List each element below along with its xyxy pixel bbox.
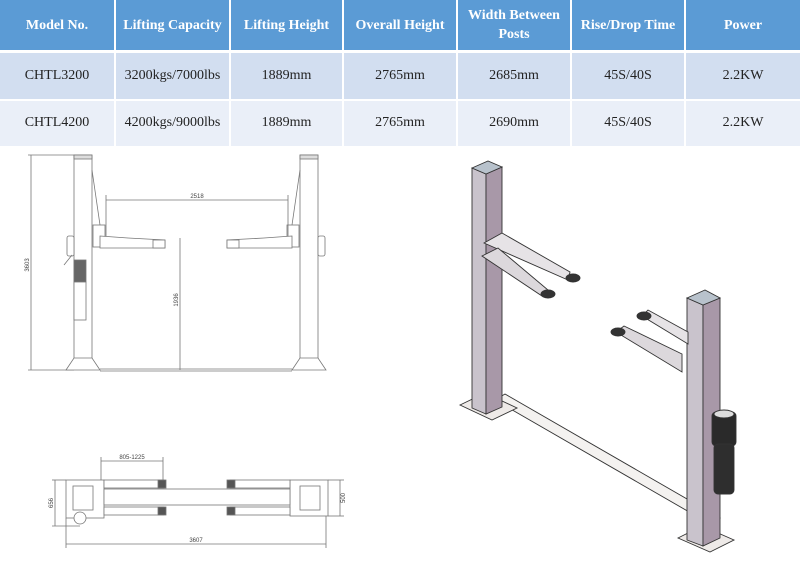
table-row: CHTL4200 4200kgs/9000lbs 1889mm 2765mm 2… xyxy=(0,99,800,148)
cell-width-between-posts: 2690mm xyxy=(457,99,572,148)
header-lifting-height: Lifting Height xyxy=(230,0,344,53)
table-row: CHTL3200 3200kgs/7000lbs 1889mm 2765mm 2… xyxy=(0,51,800,101)
dim-label-overall-height: 3603 xyxy=(25,258,31,272)
spec-table: Model No. Lifting Capacity Lifting Heigh… xyxy=(0,0,800,148)
dim-label-arm-span: 2518 xyxy=(190,194,204,200)
dim-label-overall-width: 3607 xyxy=(189,538,203,544)
cell-rise-drop-time: 45S/40S xyxy=(571,51,686,101)
dim-label-lift-height: 1936 xyxy=(174,293,180,307)
left-motor xyxy=(73,259,87,283)
right-pad xyxy=(610,327,626,337)
cell-model: CHTL3200 xyxy=(0,51,116,101)
hydraulic-tank xyxy=(713,443,735,495)
right-pad xyxy=(636,311,652,321)
header-model: Model No. xyxy=(0,0,116,53)
dim-label-arm-reach: 805-1225 xyxy=(119,455,145,461)
cell-lifting-height: 1889mm xyxy=(230,99,344,148)
cell-overall-height: 2765mm xyxy=(343,51,458,101)
cell-capacity: 4200kgs/9000lbs xyxy=(115,99,231,148)
pad xyxy=(157,506,167,516)
pad xyxy=(226,479,236,489)
cell-lifting-height: 1889mm xyxy=(230,51,344,101)
pad xyxy=(226,506,236,516)
header-width-between-posts: Width Between Posts xyxy=(457,0,572,53)
cell-power: 2.2KW xyxy=(685,51,800,101)
header-rise-drop-time: Rise/Drop Time xyxy=(571,0,686,53)
dim-label-base-depth-right: 500 xyxy=(341,492,347,503)
cell-rise-drop-time: 45S/40S xyxy=(571,99,686,148)
cell-overall-height: 2765mm xyxy=(343,99,458,148)
floor-plate xyxy=(103,488,291,506)
cell-power: 2.2KW xyxy=(685,99,800,148)
left-pad xyxy=(565,273,581,283)
table-header-row: Model No. Lifting Capacity Lifting Heigh… xyxy=(0,0,800,53)
left-post-side xyxy=(485,166,503,415)
floor-plate xyxy=(494,393,721,525)
right-post-face xyxy=(686,297,704,547)
dim-label-base-depth-left: 656 xyxy=(49,497,55,508)
front-view-drawing: 2518 3603 1936 xyxy=(25,154,327,372)
top-view-drawing: 805-1225 3607 656 500 xyxy=(49,455,347,548)
iso-view-drawing xyxy=(458,160,737,553)
cell-width-between-posts: 2685mm xyxy=(457,51,572,101)
cell-capacity: 3200kgs/7000lbs xyxy=(115,51,231,101)
header-capacity: Lifting Capacity xyxy=(115,0,231,53)
header-power: Power xyxy=(685,0,800,53)
pad xyxy=(157,479,167,489)
left-post-face xyxy=(471,167,487,415)
cell-model: CHTL4200 xyxy=(0,99,116,148)
right-post xyxy=(299,154,319,366)
left-motor-top xyxy=(73,511,87,525)
header-overall-height: Overall Height xyxy=(343,0,458,53)
left-pad xyxy=(540,289,556,299)
